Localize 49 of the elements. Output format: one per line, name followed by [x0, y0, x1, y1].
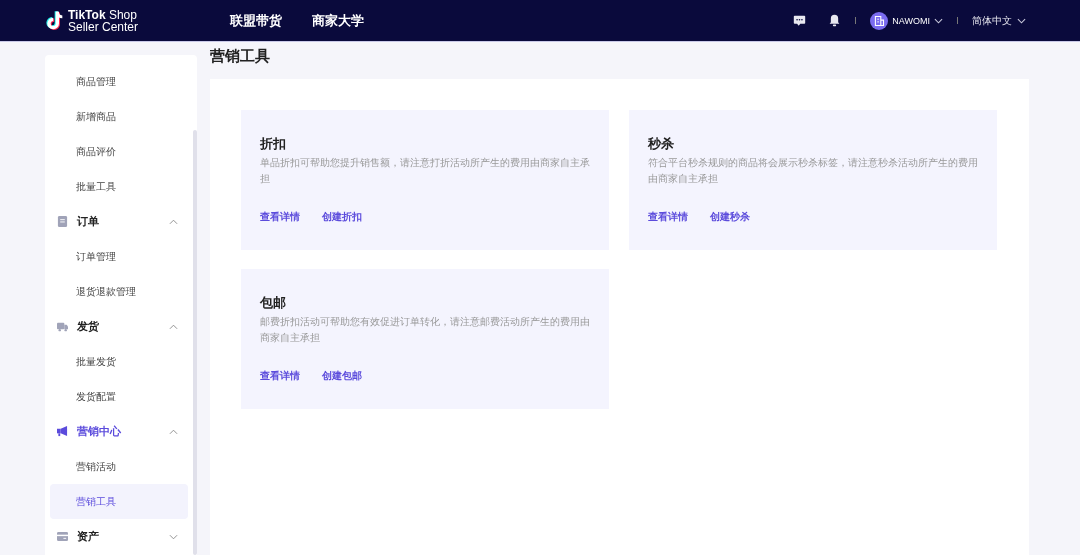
card-description: 单品折扣可帮助您提升销售额，请注意打折活动所产生的费用由商家自主承担 [260, 156, 590, 186]
card-link[interactable]: 查看详情 [260, 210, 300, 224]
card-description: 邮费折扣活动可帮助您有效促进订单转化，请注意邮费活动所产生的费用由商家自主承担 [260, 315, 590, 345]
doc-icon [57, 216, 68, 227]
menu-item[interactable]: 营销工具 [50, 484, 188, 519]
nav-link[interactable]: 商家大学 [312, 11, 364, 30]
logo-text: TikTok Shop [68, 8, 137, 21]
bell-icon[interactable] [828, 14, 842, 27]
chevron-up-icon [169, 323, 178, 330]
chevron-down-icon [169, 533, 178, 540]
menu-item[interactable]: 订单管理 [50, 239, 188, 274]
card-link[interactable]: 查看详情 [260, 369, 300, 383]
language-selector[interactable]: 简体中文 [972, 13, 1026, 28]
chevron-up-icon [169, 218, 178, 225]
menu-group[interactable]: 营销中心 [50, 414, 188, 449]
menu-group[interactable]: 订单 [50, 204, 188, 239]
menu-item[interactable]: 退货退款管理 [50, 274, 188, 309]
card-link[interactable]: 创建折扣 [322, 210, 362, 224]
menu-item[interactable]: 发货配置 [50, 379, 188, 414]
nav-link[interactable]: 联盟带货 [230, 11, 282, 30]
card-link[interactable]: 创建秒杀 [710, 210, 750, 224]
logo-icon [44, 9, 64, 32]
chevron-up-icon [169, 428, 178, 435]
card-title: 折扣 [260, 135, 287, 153]
card-title: 包邮 [260, 294, 287, 312]
user-name: NAWOMI [892, 15, 930, 26]
menu-item[interactable]: 商品评价 [50, 134, 188, 169]
language-label: 简体中文 [972, 13, 1012, 28]
chevron-down-icon [1017, 17, 1026, 24]
card-icon [57, 531, 68, 542]
card-description: 符合平台秒杀规则的商品将会展示秒杀标签，请注意秒杀活动所产生的费用由商家自主承担 [648, 156, 978, 186]
menu-group[interactable]: 发货 [50, 309, 188, 344]
page-title: 营销工具 [210, 46, 271, 67]
megaphone-icon [57, 426, 68, 437]
menu-item[interactable]: 商品管理 [50, 64, 188, 99]
card-title: 秒杀 [648, 135, 675, 153]
menu-item[interactable]: 批量发货 [50, 344, 188, 379]
menu-item[interactable]: 新增商品 [50, 99, 188, 134]
chevron-down-icon [934, 17, 943, 24]
menu-group[interactable]: 资产 [50, 519, 188, 554]
truck-icon [57, 321, 68, 332]
menu-item[interactable]: 营销活动 [50, 449, 188, 484]
card-link[interactable]: 查看详情 [648, 210, 688, 224]
card-link[interactable]: 创建包邮 [322, 369, 362, 383]
chat-icon[interactable] [793, 14, 807, 27]
avatar-building-icon [870, 11, 889, 30]
logo-subtitle: Seller Center [68, 20, 139, 33]
menu-item[interactable]: 批量工具 [50, 169, 188, 204]
user-menu[interactable]: NAWOMI [870, 11, 943, 30]
